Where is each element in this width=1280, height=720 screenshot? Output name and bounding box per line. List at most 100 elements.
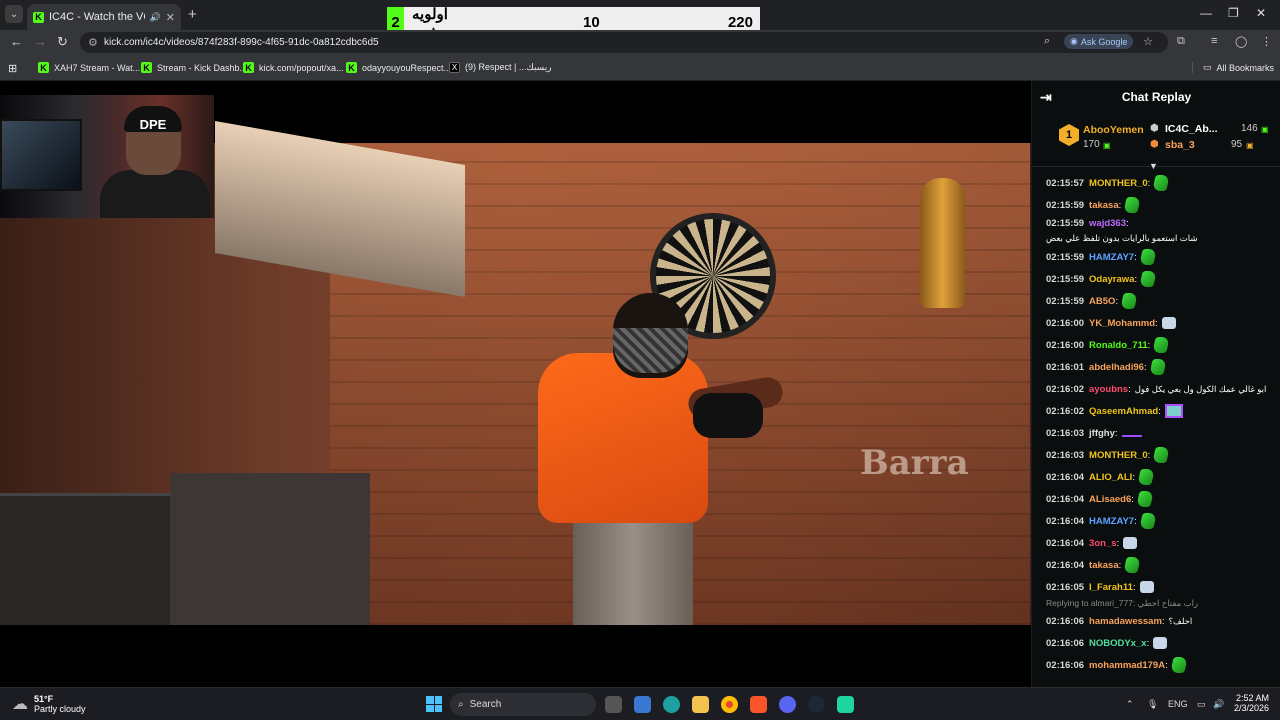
emote-icon[interactable]: [1139, 513, 1157, 529]
chrome-icon[interactable]: [721, 696, 738, 713]
message-username[interactable]: Ronaldo_711: [1089, 340, 1148, 351]
message-username[interactable]: takasa: [1089, 200, 1119, 211]
message-separator: :: [1165, 659, 1168, 671]
message-username[interactable]: hamadawessam: [1089, 616, 1162, 627]
emote-icon[interactable]: [1153, 637, 1168, 649]
emote-icon[interactable]: [1137, 469, 1155, 485]
emote-icon[interactable]: [1139, 581, 1154, 593]
message-username[interactable]: I_Farah11: [1089, 582, 1133, 593]
network-icon[interactable]: ▭: [1197, 699, 1206, 710]
message-username[interactable]: QaseemAhmad: [1089, 406, 1158, 417]
emote-icon[interactable]: [1123, 557, 1141, 573]
message-username[interactable]: mohammad179A: [1089, 660, 1165, 671]
all-bookmarks-button[interactable]: ▭ All Bookmarks: [1192, 62, 1274, 73]
message-username[interactable]: jffghy: [1089, 428, 1115, 439]
active-tab[interactable]: K IC4C - Watch the VOD on K 🔊 ✕: [27, 4, 181, 30]
leader-first-name[interactable]: AbooYemen: [1083, 124, 1144, 136]
site-info-icon[interactable]: ⚙: [88, 36, 98, 49]
ask-google-button[interactable]: ◉ Ask Google: [1064, 34, 1134, 49]
message-username[interactable]: ALIO_ALI: [1089, 472, 1132, 483]
message-username[interactable]: NOBODYx_x: [1089, 638, 1147, 649]
browser-toolbar: ← → ↻ ⚙ kick.com/ic4c/videos/874f283f-89…: [0, 30, 1280, 55]
forward-icon[interactable]: →: [34, 34, 47, 49]
message-timestamp: 02:16:04: [1046, 537, 1085, 549]
message-username[interactable]: HAMZAY7: [1089, 516, 1134, 527]
system-clock[interactable]: 2:52 AM 2/3/2026: [1229, 693, 1269, 713]
emote-icon[interactable]: [1152, 175, 1170, 191]
emote-icon[interactable]: [1152, 447, 1170, 463]
message-username[interactable]: AB5O: [1089, 296, 1115, 307]
webcam-overlay: DPE: [0, 95, 214, 218]
bookmark-item[interactable]: Kkick.com/popout/xa...: [243, 62, 344, 73]
message-username[interactable]: YK_Mohammd: [1089, 318, 1155, 329]
minimize-button[interactable]: —: [1200, 6, 1212, 20]
scroll-indicator-icon[interactable]: ▼: [1149, 161, 1158, 171]
profile-icon[interactable]: ◯: [1235, 35, 1247, 48]
message-username[interactable]: ayoubns: [1089, 384, 1128, 395]
message-username[interactable]: MONTHER_0: [1089, 450, 1148, 461]
speaker-icon[interactable]: 🔊: [150, 12, 161, 23]
microphone-icon[interactable]: 🎙: [1147, 699, 1158, 710]
video-player[interactable]: Barra DPE: [0, 81, 1031, 687]
emote-icon[interactable]: [1123, 537, 1138, 549]
emote-icon[interactable]: [1170, 657, 1188, 673]
message-username[interactable]: 3on_s: [1089, 538, 1116, 549]
message-timestamp: 02:16:02: [1046, 383, 1085, 395]
emote-icon[interactable]: [1148, 359, 1167, 375]
media-icon[interactable]: ≡: [1211, 35, 1217, 47]
message-username[interactable]: HAMZAY7: [1089, 252, 1134, 263]
x-icon: X: [449, 62, 460, 73]
message-username[interactable]: ALisaed6: [1089, 494, 1131, 505]
message-username[interactable]: wajd363: [1089, 218, 1126, 229]
bookmark-item[interactable]: K Stream - Kick Dashb...: [141, 62, 247, 73]
leader-third-name[interactable]: sba_3: [1165, 139, 1195, 151]
emote-icon[interactable]: [1164, 404, 1183, 418]
tray-overflow-icon[interactable]: ⌃: [1126, 699, 1134, 710]
back-icon[interactable]: ←: [10, 34, 23, 49]
bookmark-star-icon[interactable]: ☆: [1143, 35, 1153, 48]
volume-icon[interactable]: 🔊: [1213, 699, 1224, 710]
address-bar[interactable]: ⚙ kick.com/ic4c/videos/874f283f-899c-4f6…: [80, 32, 1168, 53]
emote-icon[interactable]: [1152, 337, 1170, 353]
emote-icon[interactable]: [1161, 317, 1176, 329]
emote-icon[interactable]: [1139, 271, 1157, 287]
message-separator: :: [1118, 559, 1122, 571]
extensions-icon[interactable]: ⧉: [1177, 35, 1185, 48]
maximize-button[interactable]: ❐: [1228, 6, 1239, 20]
collapse-chat-icon[interactable]: ⇥: [1040, 89, 1052, 106]
message-username[interactable]: Odayrawa: [1089, 274, 1134, 285]
emote-icon[interactable]: [1120, 293, 1138, 309]
close-window-button[interactable]: ✕: [1256, 6, 1266, 20]
emote-icon[interactable]: [1121, 435, 1142, 437]
kick-icon: K: [243, 62, 254, 73]
tab-search-button[interactable]: ⌄: [5, 5, 23, 23]
edge-icon[interactable]: [663, 696, 680, 713]
reload-icon[interactable]: ↻: [57, 34, 68, 50]
start-button[interactable]: [426, 696, 442, 712]
bookmark-item[interactable]: X (9) Respect | ...ريسبك: [449, 62, 552, 73]
taskbar-search[interactable]: ⌕ Search: [450, 693, 596, 716]
bookmark-item[interactable]: KodayyouyouRespect...: [346, 62, 451, 73]
leader-second-name[interactable]: IC4C_Ab...: [1165, 123, 1218, 135]
weather-widget[interactable]: ☁ 51°F Partly cloudy: [12, 694, 86, 714]
steam-icon[interactable]: [808, 696, 825, 713]
language-indicator[interactable]: ENG: [1168, 699, 1188, 709]
apps-icon[interactable]: ⊞: [8, 62, 17, 75]
discord-icon[interactable]: [779, 696, 796, 713]
message-username[interactable]: MONTHER_0: [1089, 178, 1148, 189]
app-icon[interactable]: [837, 696, 854, 713]
emote-icon[interactable]: [1136, 491, 1154, 507]
message-username[interactable]: abdelhadi96: [1089, 362, 1144, 373]
new-tab-button[interactable]: +: [188, 6, 197, 23]
menu-icon[interactable]: ⋮: [1261, 35, 1272, 48]
emote-icon[interactable]: [1123, 197, 1141, 213]
zoom-icon[interactable]: ⌕: [1044, 35, 1050, 48]
bookmark-item[interactable]: K XAH7 Stream - Wat...: [38, 62, 140, 73]
task-view-icon[interactable]: [605, 696, 622, 713]
store-icon[interactable]: [634, 696, 651, 713]
emote-icon[interactable]: [1139, 249, 1157, 265]
file-explorer-icon[interactable]: [692, 696, 709, 713]
message-username[interactable]: takasa: [1089, 560, 1119, 571]
close-tab-icon[interactable]: ✕: [166, 11, 175, 24]
brave-icon[interactable]: [750, 696, 767, 713]
